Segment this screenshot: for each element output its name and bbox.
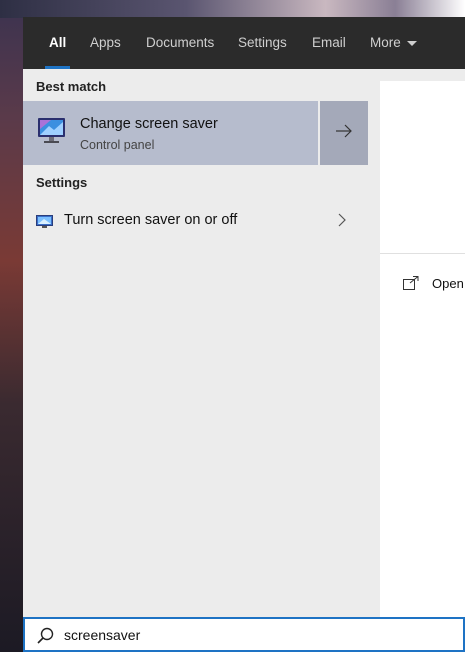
best-match-result[interactable]: Change screen saver Control panel [23, 101, 318, 165]
open-action[interactable]: Open [380, 273, 465, 295]
screensaver-settings-icon [36, 215, 53, 233]
open-external-icon [403, 276, 419, 295]
list-item-turn-screen-saver[interactable]: Turn screen saver on or off [23, 203, 368, 239]
arrow-right-icon [335, 124, 353, 143]
tab-apps[interactable]: Apps [90, 17, 121, 69]
tab-more[interactable]: More [370, 17, 417, 69]
chevron-down-icon [406, 40, 417, 46]
setting-item-label: Turn screen saver on or off [64, 212, 238, 228]
search-box[interactable]: screensaver [23, 617, 465, 652]
open-label: Open [432, 276, 464, 291]
wallpaper-sky [0, 0, 465, 18]
search-icon [37, 627, 54, 649]
search-results-list: Best match Change screen saver Control p… [23, 69, 368, 617]
best-match-title: Change screen saver [80, 116, 218, 132]
open-details-button[interactable] [320, 101, 368, 165]
best-match-header: Best match [36, 79, 107, 94]
detail-divider [380, 253, 465, 254]
start-search-panel: All Apps Documents Settings Email More B… [23, 17, 465, 652]
monitor-screensaver-icon [37, 117, 67, 150]
tab-settings[interactable]: Settings [238, 17, 287, 69]
tab-documents[interactable]: Documents [146, 17, 214, 69]
best-match-subtitle: Control panel [80, 138, 155, 152]
tab-email[interactable]: Email [312, 17, 346, 69]
search-filter-tabs: All Apps Documents Settings Email More [23, 17, 465, 69]
search-input[interactable]: screensaver [64, 627, 140, 643]
tab-all[interactable]: All [44, 17, 71, 69]
chevron-right-icon [338, 213, 346, 232]
settings-header: Settings [36, 175, 88, 190]
detail-pane: Open [380, 81, 465, 617]
